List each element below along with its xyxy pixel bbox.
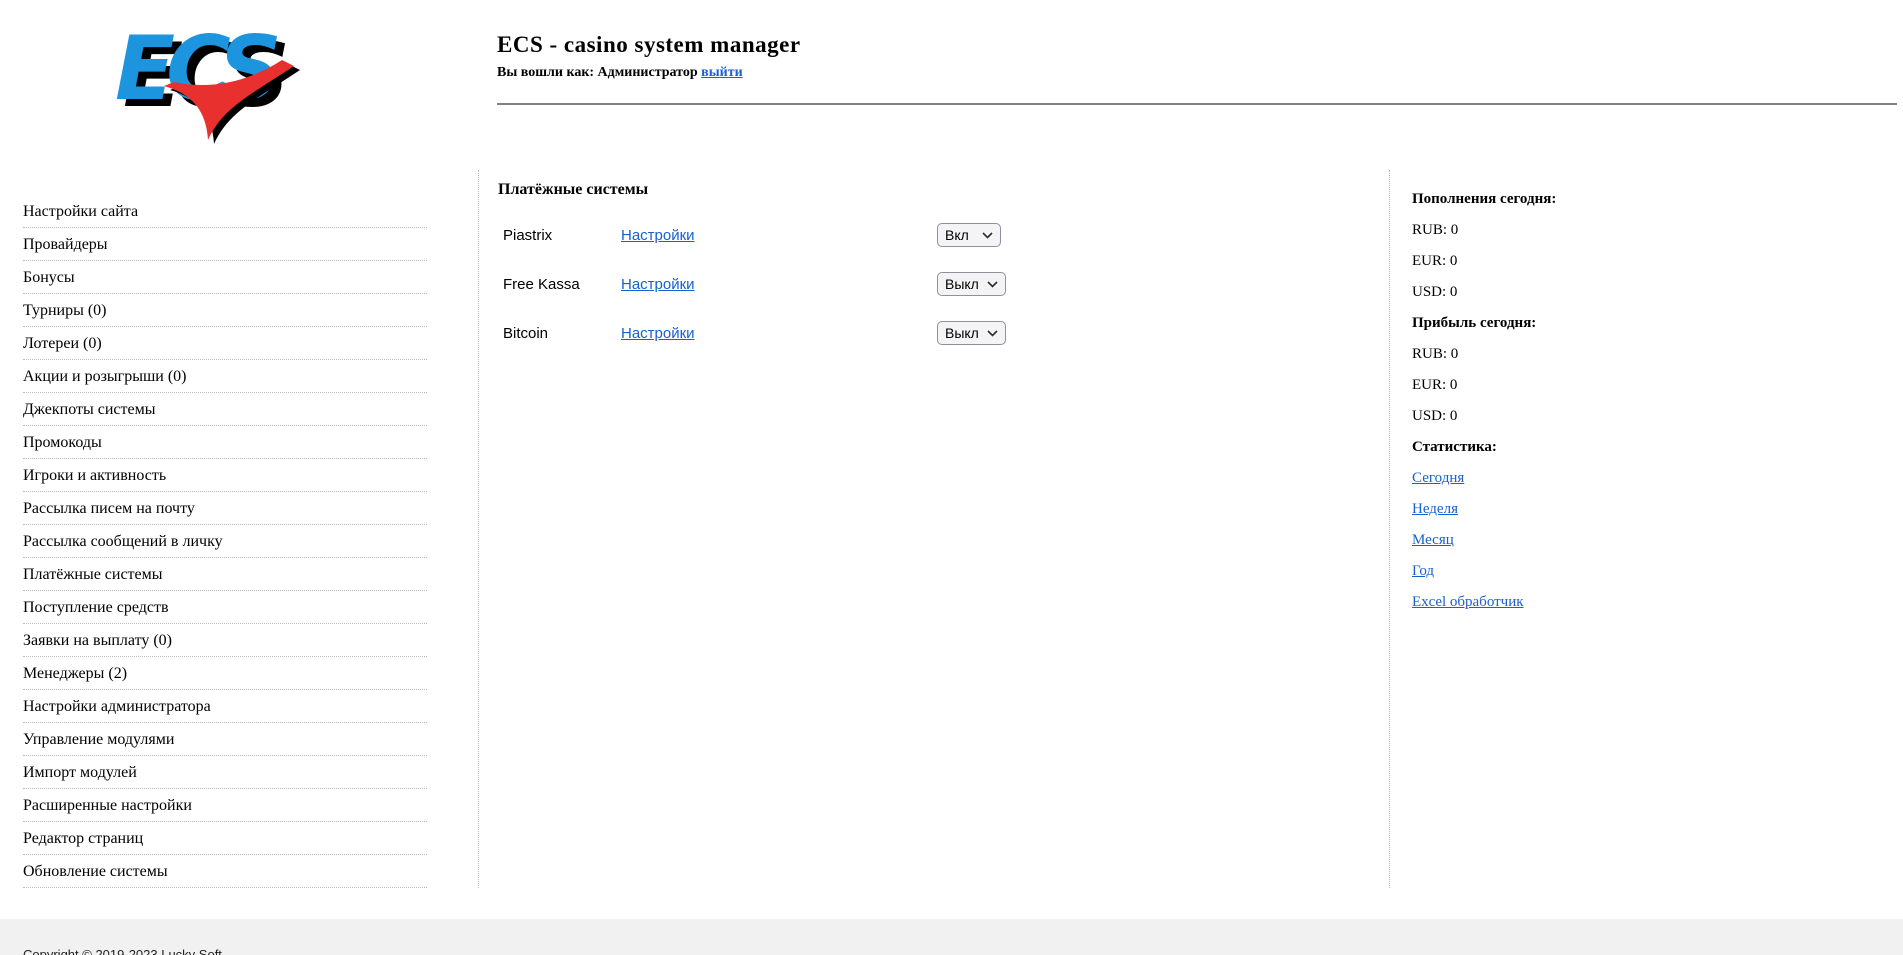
payment-state-select[interactable]: Вкл	[937, 223, 1001, 247]
payment-row: Free Kassa Настройки Выкл	[503, 271, 1389, 297]
sidebar-item[interactable]: Поступление средств	[23, 591, 427, 624]
sidebar-item[interactable]: Лотереи (0)	[23, 327, 427, 360]
sidebar-item[interactable]: Расширенные настройки	[23, 789, 427, 822]
payment-row: Piastrix Настройки Вкл	[503, 222, 1389, 248]
payment-settings-link[interactable]: Настройки	[621, 227, 695, 244]
sidebar-item[interactable]: Рассылка писем на почту	[23, 492, 427, 525]
stats-link-today[interactable]: Сегодня	[1412, 470, 1464, 486]
payment-name: Piastrix	[503, 226, 553, 244]
sidebar-item[interactable]: Импорт модулей	[23, 756, 427, 789]
payment-state-select-wrap: Вкл	[937, 223, 1001, 247]
stats-link-excel[interactable]: Excel обработчик	[1412, 594, 1524, 610]
sidebar-item[interactable]: Платёжные системы	[23, 558, 427, 591]
footer: Copyright © 2019-2023 Lucky Soft	[0, 919, 1903, 955]
stats-link-year[interactable]: Год	[1412, 563, 1434, 579]
sidebar-item[interactable]: Управление модулями	[23, 723, 427, 756]
logout-link[interactable]: выйти	[701, 65, 743, 80]
sidebar-item[interactable]: Турниры (0)	[23, 294, 427, 327]
stats-sidebar: Пополнения сегодня: RUB: 0 EUR: 0 USD: 0…	[1390, 170, 1903, 888]
payment-name: Bitcoin	[503, 324, 549, 342]
main-content: Платёжные системы Piastrix Настройки Вкл…	[478, 170, 1390, 888]
content-columns: Настройки сайта Провайдеры Бонусы Турнир…	[0, 170, 1903, 888]
sidebar-item[interactable]: Менеджеры (2)	[23, 657, 427, 690]
section-heading: Платёжные системы	[498, 181, 649, 198]
deposits-rub-value: RUB: 0	[1412, 222, 1459, 238]
sidebar-item[interactable]: Акции и розыгрыши (0)	[23, 360, 427, 393]
profit-usd-value: USD: 0	[1412, 408, 1458, 424]
sidebar-item[interactable]: Заявки на выплату (0)	[23, 624, 427, 657]
payment-row: Bitcoin Настройки Выкл	[503, 320, 1389, 346]
payment-state-select[interactable]: Выкл	[937, 272, 1006, 296]
profit-rub-value: RUB: 0	[1412, 346, 1459, 362]
deposits-eur-value: EUR: 0	[1412, 253, 1458, 269]
sidebar-item[interactable]: Провайдеры	[23, 228, 427, 261]
login-status-line: Вы вошли как: Администратор выйти	[497, 65, 801, 81]
sidebar-item[interactable]: Бонусы	[23, 261, 427, 294]
payment-settings-link[interactable]: Настройки	[621, 276, 695, 293]
sidebar-item[interactable]: Джекпоты системы	[23, 393, 427, 426]
logged-in-as-label: Вы вошли как: Администратор	[497, 65, 698, 80]
sidebar-item[interactable]: Редактор страниц	[23, 822, 427, 855]
sidebar-menu: Настройки сайта Провайдеры Бонусы Турнир…	[23, 195, 427, 888]
header-divider	[497, 103, 1897, 105]
deposits-heading: Пополнения сегодня:	[1412, 191, 1557, 207]
payment-settings-link[interactable]: Настройки	[621, 325, 695, 342]
payment-state-select[interactable]: Выкл	[937, 321, 1006, 345]
deposits-usd-value: USD: 0	[1412, 284, 1458, 300]
sidebar-item[interactable]: Игроки и активность	[23, 459, 427, 492]
payment-name: Free Kassa	[503, 275, 580, 293]
sidebar-item[interactable]: Настройки сайта	[23, 195, 427, 228]
payment-state-select-wrap: Выкл	[937, 321, 1006, 345]
sidebar-item[interactable]: Рассылка сообщений в личку	[23, 525, 427, 558]
profit-eur-value: EUR: 0	[1412, 377, 1458, 393]
sidebar-item[interactable]: Промокоды	[23, 426, 427, 459]
payment-systems-list: Piastrix Настройки Вкл Free Kassa Настро…	[503, 222, 1389, 346]
stats-heading: Статистика:	[1412, 439, 1497, 455]
sidebar-item[interactable]: Обновление системы	[23, 855, 427, 888]
profit-heading: Прибыль сегодня:	[1412, 315, 1537, 331]
copyright-text: Copyright © 2019-2023 Lucky Soft	[23, 947, 222, 955]
sidebar-item[interactable]: Настройки администратора	[23, 690, 427, 723]
page-title: ECS - casino system manager	[497, 32, 801, 57]
stats-link-week[interactable]: Неделя	[1412, 501, 1458, 517]
stats-link-month[interactable]: Месяц	[1412, 532, 1454, 548]
payment-state-select-wrap: Выкл	[937, 272, 1006, 296]
sidebar: Настройки сайта Провайдеры Бонусы Турнир…	[0, 170, 478, 888]
ecs-logo-image: ECS ECS	[115, 17, 300, 144]
header: ECS ECS ECS - casino system manager Вы в…	[0, 0, 1903, 150]
ecs-logo: ECS ECS	[110, 16, 310, 144]
